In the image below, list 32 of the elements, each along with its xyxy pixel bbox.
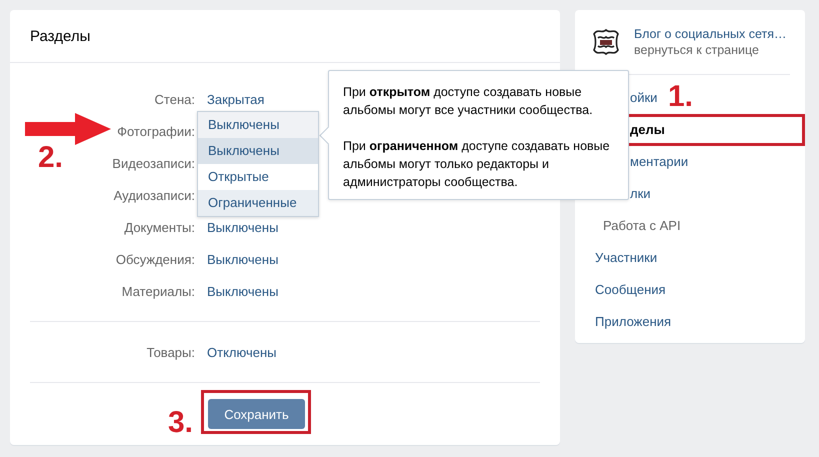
step-number: 3.	[168, 408, 194, 438]
sidebar-item[interactable]: Сообщения	[575, 274, 666, 306]
setting-label: Материалы:	[122, 284, 195, 298]
sidebar-item[interactable]: Участники	[575, 242, 658, 274]
setting-label: Видеозаписи:	[112, 156, 195, 170]
back-to-page-link[interactable]: вернуться к странице	[634, 43, 787, 57]
ornament-logo-icon[interactable]	[590, 26, 622, 58]
dropdown-option[interactable]: Выключены	[198, 138, 318, 164]
community-name-link[interactable]: Блог о социальных сетя…	[634, 27, 787, 41]
setting-value-link[interactable]: Выключены	[207, 252, 278, 266]
setting-label: Документы:	[124, 220, 195, 234]
section-title: Разделы	[30, 28, 90, 44]
tooltip-text: При открытом доступе создавать новые альбомы могут все участники сообщества.	[343, 84, 594, 119]
sidebar-item[interactable]: Приложения	[575, 306, 672, 338]
dropdown-option[interactable]: Ограниченные	[198, 190, 318, 216]
sidebar-item[interactable]: Работа с API	[575, 210, 681, 242]
tooltip-text: При ограниченном доступе создавать новые альбомы могут только редакторы и администраторы сообщества.	[343, 138, 611, 191]
dropdown-value[interactable]: Выключены	[198, 112, 318, 138]
pointer-arrow-icon	[25, 113, 111, 145]
setting-value-link[interactable]: Выключены	[207, 284, 278, 298]
step-number: 1.	[668, 82, 694, 112]
setting-label: Стена:	[154, 92, 195, 106]
dropdown-option[interactable]: Открытые	[198, 164, 318, 190]
setting-label: Фотографии:	[117, 124, 195, 138]
save-button[interactable]: Сохранить	[208, 399, 305, 429]
setting-value-link[interactable]: Отключены	[207, 344, 276, 360]
setting-label: Аудиозаписи:	[114, 188, 195, 202]
setting-label: Обсуждения:	[116, 252, 195, 266]
setting-value-link[interactable]: Выключены	[207, 220, 278, 234]
setting-label: Товары:	[146, 344, 195, 360]
setting-value-link[interactable]: Закрытая	[207, 92, 264, 106]
step-number: 2.	[38, 143, 64, 173]
